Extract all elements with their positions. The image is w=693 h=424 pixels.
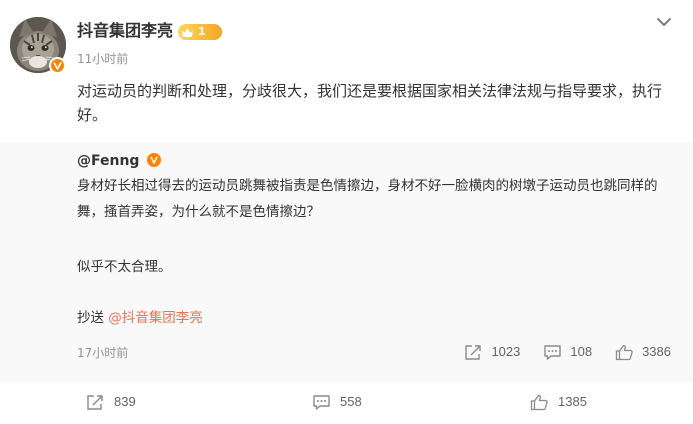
post-action-bar: 839 558 1385 bbox=[0, 391, 693, 417]
repost-count: 839 bbox=[114, 394, 136, 409]
repost-icon bbox=[87, 394, 103, 410]
mention-link[interactable]: @抖音集团李亮 bbox=[108, 310, 203, 326]
weibo-post: 抖音集团李亮 1 11小时前 对运动员的判断和处理，分歧很大，我们还是要根据国家… bbox=[0, 0, 693, 424]
comment-count: 108 bbox=[570, 344, 593, 359]
repost-cc-line: 抄送 @抖音集团李亮 bbox=[77, 305, 677, 331]
repost-icon bbox=[465, 344, 482, 360]
repost-action-bar: 1023 108 3386 bbox=[441, 343, 671, 361]
post-content: 对运动员的判断和处理，分歧很大，我们还是要根据国家相关法律法规与指导要求，执行好… bbox=[77, 82, 663, 124]
level-number: 1 bbox=[198, 25, 206, 38]
repost-comment-button[interactable]: 108 bbox=[543, 343, 592, 361]
repost-paragraph: 似乎不太合理。 bbox=[77, 259, 172, 275]
like-icon bbox=[530, 394, 548, 410]
like-count: 1385 bbox=[558, 394, 587, 409]
post-time[interactable]: 11小时前 bbox=[77, 51, 128, 67]
repost-time[interactable]: 17小时前 bbox=[77, 345, 128, 361]
repost-repost-button[interactable]: 1023 bbox=[464, 343, 520, 361]
comment-button[interactable]: 558 bbox=[312, 391, 362, 413]
author-name[interactable]: 抖音集团李亮 bbox=[77, 20, 173, 42]
repost-like-button[interactable]: 3386 bbox=[615, 343, 671, 361]
vip-badge-icon bbox=[49, 57, 66, 74]
repost-author-name[interactable]: @Fenng bbox=[77, 152, 139, 170]
verified-icon bbox=[147, 153, 161, 167]
like-count: 3386 bbox=[642, 344, 671, 359]
reposted-weibo[interactable]: @Fenng 身材好长相过得去的运动员跳舞被指责是色情擦边，身材不好一脸横肉的树… bbox=[0, 142, 693, 382]
level-badge[interactable]: 1 bbox=[178, 24, 222, 40]
level-crown-icon bbox=[182, 27, 193, 37]
repost-paragraph: 身材好长相过得去的运动员跳舞被指责是色情擦边，身材不好一脸横肉的树墩子运动员也跳… bbox=[77, 178, 658, 220]
like-icon bbox=[615, 344, 633, 360]
repost-button[interactable]: 839 bbox=[86, 391, 136, 413]
cc-prefix: 抄送 bbox=[77, 310, 109, 326]
comment-icon bbox=[313, 394, 330, 410]
more-chevron-icon[interactable] bbox=[655, 14, 673, 28]
like-button[interactable]: 1385 bbox=[530, 391, 587, 413]
repost-count: 1023 bbox=[491, 344, 521, 359]
comment-count: 558 bbox=[340, 394, 362, 409]
comment-icon bbox=[544, 344, 562, 360]
